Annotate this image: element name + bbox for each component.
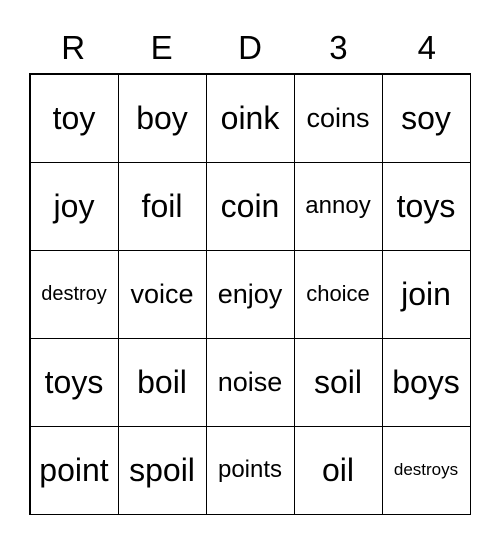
bingo-cell[interactable]: spoil	[117, 425, 207, 515]
bingo-cell[interactable]: voice	[117, 249, 207, 339]
bingo-cell[interactable]: oink	[205, 73, 295, 163]
bingo-cell[interactable]: toys	[381, 161, 471, 251]
bingo-cell[interactable]: joy	[29, 161, 119, 251]
bingo-cell[interactable]: soy	[381, 73, 471, 163]
bingo-cell[interactable]: boys	[381, 337, 471, 427]
header-letter: 4	[417, 29, 436, 66]
bingo-cell[interactable]: toy	[29, 73, 119, 163]
bingo-cell[interactable]: oil	[293, 425, 383, 515]
bingo-cell[interactable]: toys	[29, 337, 119, 427]
bingo-cell[interactable]: destroys	[381, 425, 471, 515]
bingo-cell[interactable]: foil	[117, 161, 207, 251]
bingo-cell[interactable]: annoy	[293, 161, 383, 251]
bingo-cell[interactable]: points	[205, 425, 295, 515]
bingo-cell[interactable]: noise	[205, 337, 295, 427]
bingo-cell[interactable]: boil	[117, 337, 207, 427]
header-letter: D	[238, 29, 262, 66]
bingo-cell[interactable]: point	[29, 425, 119, 515]
bingo-cell[interactable]: destroy	[29, 249, 119, 339]
header-letter: 3	[329, 29, 348, 66]
bingo-cell[interactable]: choice	[293, 249, 383, 339]
bingo-cell[interactable]: join	[381, 249, 471, 339]
header-letter: E	[150, 29, 173, 66]
bingo-header: R E D 3 4	[29, 26, 471, 70]
bingo-cell[interactable]: enjoy	[205, 249, 295, 339]
bingo-cell[interactable]: coins	[293, 73, 383, 163]
bingo-cell[interactable]: coin	[205, 161, 295, 251]
bingo-cell[interactable]: soil	[293, 337, 383, 427]
bingo-grid: toy boy oink coins soy joy foil coin ann…	[29, 73, 471, 515]
bingo-cell[interactable]: boy	[117, 73, 207, 163]
header-letter: R	[61, 29, 86, 66]
